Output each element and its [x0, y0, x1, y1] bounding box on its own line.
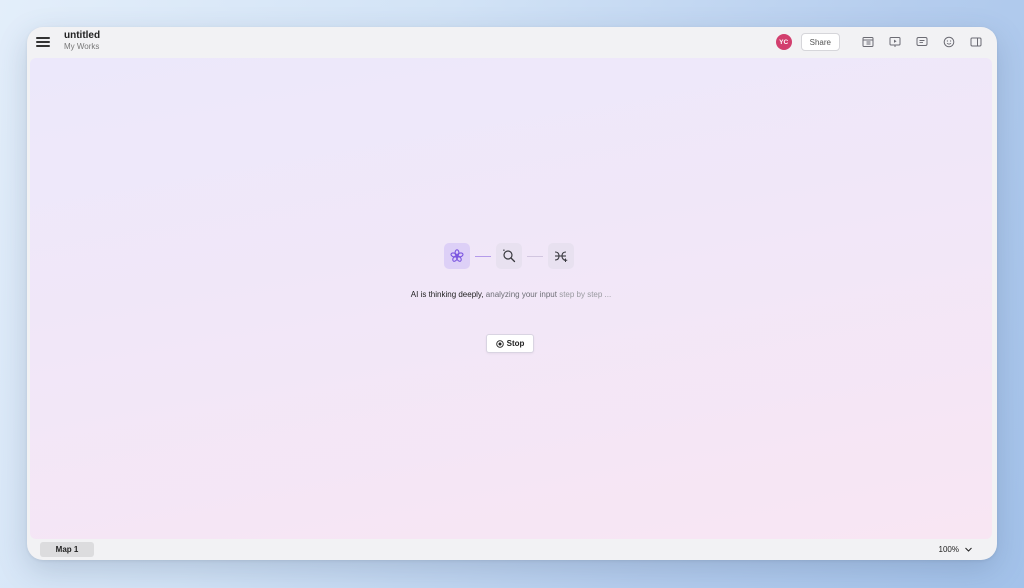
zoom-control[interactable]: 100% — [939, 542, 973, 557]
presentation-icon[interactable] — [888, 35, 902, 49]
comment-icon[interactable] — [915, 35, 929, 49]
stop-label: Stop — [506, 339, 525, 348]
merge-add-icon — [548, 243, 574, 269]
tab-map-1[interactable]: Map 1 — [40, 542, 94, 557]
ai-progress-steps — [444, 243, 574, 269]
step-connector — [527, 255, 543, 257]
sidebar-toggle-icon[interactable] — [969, 35, 983, 49]
status-text-part2: analyzing your input — [485, 290, 560, 299]
stop-button[interactable]: Stop — [486, 334, 534, 353]
top-bar: untitled My Works YC Share — [27, 27, 997, 57]
share-button[interactable]: Share — [800, 33, 840, 51]
hamburger-menu-icon[interactable] — [36, 35, 50, 49]
stop-circle-icon — [495, 339, 504, 348]
document-folder[interactable]: My Works — [64, 42, 100, 51]
ai-status-message: AI is thinking deeply, analyzing your in… — [30, 290, 992, 299]
sparkle-flower-icon — [444, 243, 470, 269]
zoom-level: 100% — [938, 545, 959, 554]
search-analyze-icon — [496, 243, 522, 269]
step-connector — [475, 255, 491, 257]
header-actions: YC Share — [775, 32, 983, 52]
emoji-icon[interactable] — [942, 35, 956, 49]
chevron-down-icon — [965, 547, 972, 552]
avatar[interactable]: YC — [775, 34, 792, 50]
document-title[interactable]: untitled — [64, 30, 100, 42]
outline-view-icon[interactable] — [861, 35, 875, 49]
status-text-part1: AI is thinking deeply, — [410, 290, 486, 299]
app-window: untitled My Works YC Share AI is thinkin… — [27, 27, 997, 560]
mind-map-canvas[interactable]: AI is thinking deeply, analyzing your in… — [30, 58, 992, 539]
document-title-block: untitled My Works — [64, 30, 100, 51]
status-text-part3: step by step ... — [559, 290, 612, 299]
bottom-bar: Map 1 100% — [27, 539, 997, 560]
